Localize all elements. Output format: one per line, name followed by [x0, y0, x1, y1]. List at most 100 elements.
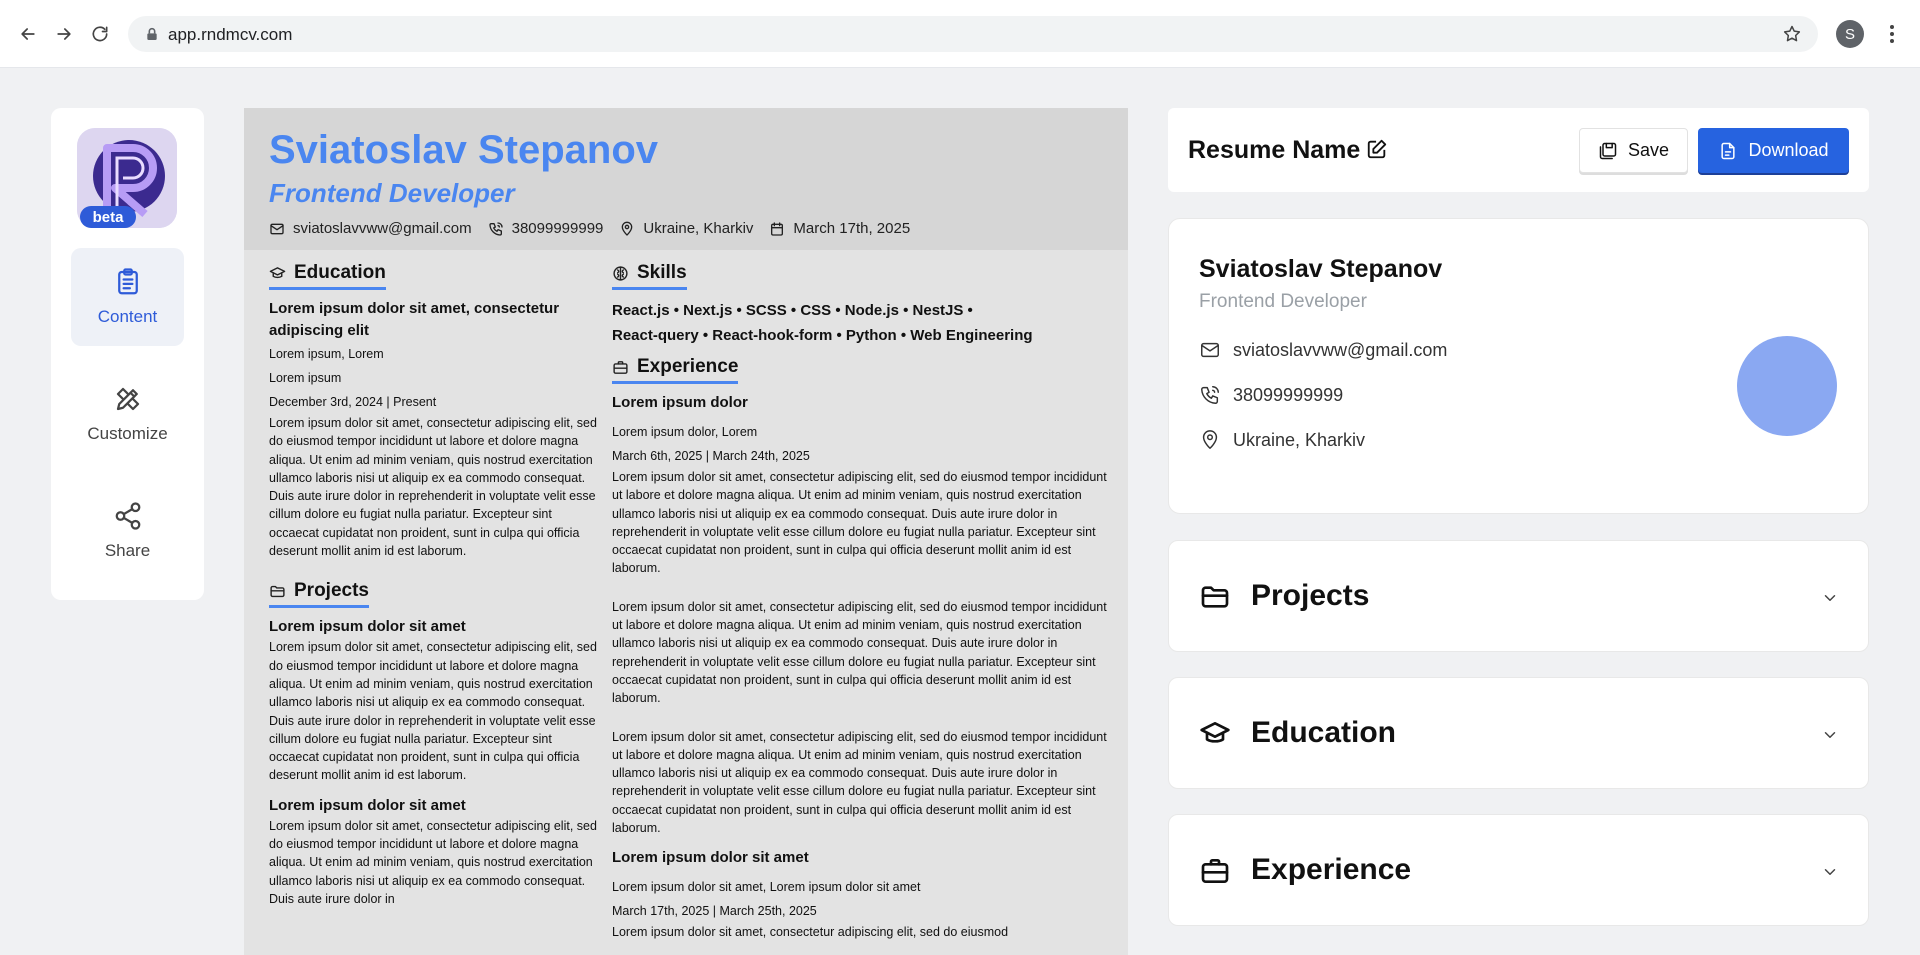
chevron-down-icon[interactable]	[1821, 863, 1839, 881]
save-button-label: Save	[1627, 140, 1670, 160]
back-button[interactable]	[14, 20, 42, 48]
phone-icon	[488, 221, 503, 236]
experience-entry-description: Lorem ipsum dolor sit amet, consectetur …	[612, 599, 1107, 706]
mail-icon	[1201, 342, 1219, 358]
experience-entry-title: Lorem ipsum dolor	[612, 394, 748, 411]
chevron-down-icon[interactable]	[1821, 589, 1839, 607]
clipboard-icon	[117, 268, 138, 295]
resume-name: Sviatoslav Stepanov	[269, 128, 659, 172]
folder-icon	[270, 585, 285, 598]
sidebar-item-share[interactable]: Share	[71, 482, 184, 580]
profile-phone: 38099999999	[1199, 384, 1343, 406]
experience-entry-description: Lorem ipsum dolor sit amet, consectetur …	[612, 729, 1107, 836]
resume-email: sviatoslavvww@gmail.com	[269, 220, 472, 237]
resume-skills-heading: Skills	[612, 262, 687, 290]
experience-entry-company: Lorem ipsum dolor sit amet, Lorem ipsum …	[612, 880, 921, 895]
resume-location-text: Ukraine, Kharkiv	[643, 220, 754, 237]
education-entry-institution: Lorem ipsum, Lorem	[269, 347, 384, 361]
profile-phone-text: 38099999999	[1233, 384, 1344, 405]
save-button[interactable]: Save	[1579, 128, 1688, 173]
section-title: Education	[1251, 716, 1397, 749]
resume-education-heading: Education	[269, 262, 386, 290]
resume-right-column: Skills React.js • Next.js • SCSS • CSS •…	[612, 262, 1112, 942]
project-entry-description: Lorem ipsum dolor sit amet, consectetur …	[269, 818, 597, 906]
edit-icon[interactable]	[1366, 138, 1388, 160]
profile-avatar[interactable]: S	[1836, 20, 1864, 48]
bookmark-star-icon[interactable]	[1782, 24, 1802, 44]
experience-entry-dates: March 6th, 2025 | March 24th, 2025	[612, 449, 810, 463]
section-title: Experience	[1251, 853, 1412, 886]
experience-entry-description: Lorem ipsum dolor sit amet, consectetur …	[612, 925, 1009, 940]
section-title: Projects	[1251, 579, 1370, 612]
education-entry-dates: December 3rd, 2024 | Present	[269, 395, 437, 409]
project-entry-title: Lorem ipsum dolor sit amet	[269, 618, 466, 636]
profile-location: Ukraine, Kharkiv	[1199, 429, 1365, 451]
sidebar-item-content[interactable]: Content	[71, 248, 184, 346]
document-icon	[1721, 142, 1736, 159]
resume-location: Ukraine, Kharkiv	[619, 220, 753, 237]
arrow-right-icon	[57, 28, 71, 40]
resume-email-text: sviatoslavvww@gmail.com	[293, 220, 472, 237]
reload-button[interactable]	[86, 20, 114, 48]
profile-email-text: sviatoslavvww@gmail.com	[1233, 339, 1448, 360]
resume-header: Sviatoslav Stepanov Frontend Developer s…	[244, 108, 1128, 250]
resume-contacts: sviatoslavvww@gmail.com 38099999999 Ukra…	[269, 220, 910, 237]
location-pin-icon	[622, 221, 633, 236]
resume-experience-heading: Experience	[612, 356, 739, 384]
editor-header: Resume Name Save Download	[1168, 108, 1869, 192]
education-entry-field: Lorem ipsum	[269, 371, 342, 385]
education-entry-description: Lorem ipsum dolor sit amet, consectetur …	[269, 416, 597, 559]
location-pin-icon	[1202, 430, 1218, 449]
graduation-cap-icon	[269, 266, 286, 278]
chevron-down-icon[interactable]	[1821, 726, 1839, 744]
sidebar-item-label: Share	[104, 541, 151, 560]
sidebar-item-label: Customize	[87, 424, 168, 443]
calendar-icon	[771, 221, 784, 236]
graduation-cap-icon	[1200, 722, 1230, 743]
profile-card[interactable]: Sviatoslav Stepanov Frontend Developer s…	[1168, 218, 1869, 514]
reload-icon	[92, 26, 108, 42]
download-button[interactable]: Download	[1698, 128, 1849, 173]
folder-icon	[1201, 586, 1229, 608]
briefcase-icon	[1201, 859, 1229, 883]
lock-icon	[147, 27, 157, 40]
experience-entry-company: Lorem ipsum dolor, Lorem	[612, 425, 758, 439]
briefcase-icon	[613, 360, 628, 374]
save-icon	[1599, 142, 1617, 159]
resume-title: Frontend Developer	[269, 178, 515, 208]
experience-entry-title: Lorem ipsum dolor sit amet	[612, 849, 809, 867]
resume-date: March 17th, 2025	[769, 220, 910, 237]
resume-projects-heading: Projects	[269, 580, 369, 609]
sidebar-item-label: Content	[97, 307, 158, 326]
skills-line: React.js • Next.js • SCSS • CSS • Node.j…	[612, 302, 973, 319]
share-icon	[115, 502, 140, 530]
beta-badge: beta	[80, 206, 136, 228]
brain-icon	[613, 265, 628, 281]
section-experience[interactable]: Experience	[1168, 814, 1869, 926]
education-entry-title: Lorem ipsum dolor sit amet, consectetur …	[269, 300, 560, 339]
mail-icon	[270, 223, 284, 234]
skills-line: React-query • React-hook-form • Python •…	[612, 327, 1033, 344]
section-projects[interactable]: Projects	[1168, 540, 1869, 652]
profile-name: Sviatoslav Stepanov	[1199, 255, 1443, 283]
resume-date-text: March 17th, 2025	[793, 220, 911, 237]
avatar[interactable]	[1737, 336, 1837, 436]
section-education[interactable]: Education	[1168, 677, 1869, 789]
skills-list: React.js • Next.js • SCSS • CSS • Node.j…	[612, 298, 1112, 348]
profile-title: Frontend Developer	[1199, 291, 1367, 312]
project-entry-title: Lorem ipsum dolor sit amet	[269, 796, 466, 814]
browser-menu-icon[interactable]	[1882, 20, 1902, 48]
resume-preview: Sviatoslav Stepanov Frontend Developer s…	[244, 108, 1128, 955]
url-text: app.rndmcv.com	[168, 25, 293, 44]
arrow-left-icon	[21, 28, 35, 40]
browser-toolbar: app.rndmcv.com S	[0, 0, 1920, 68]
resume-left-column: Education Lorem ipsum dolor sit amet, co…	[269, 262, 601, 908]
resume-phone-text: 38099999999	[511, 220, 604, 237]
sidebar-item-customize[interactable]: Customize	[71, 365, 184, 463]
resume-phone: 38099999999	[488, 220, 604, 237]
app-sidebar: beta Content Customize Share	[51, 108, 204, 600]
experience-entry-description: Lorem ipsum dolor sit amet, consectetur …	[612, 470, 1107, 576]
address-bar[interactable]: app.rndmcv.com	[128, 16, 1818, 52]
download-button-label: Download	[1748, 140, 1829, 160]
forward-button[interactable]	[50, 20, 78, 48]
